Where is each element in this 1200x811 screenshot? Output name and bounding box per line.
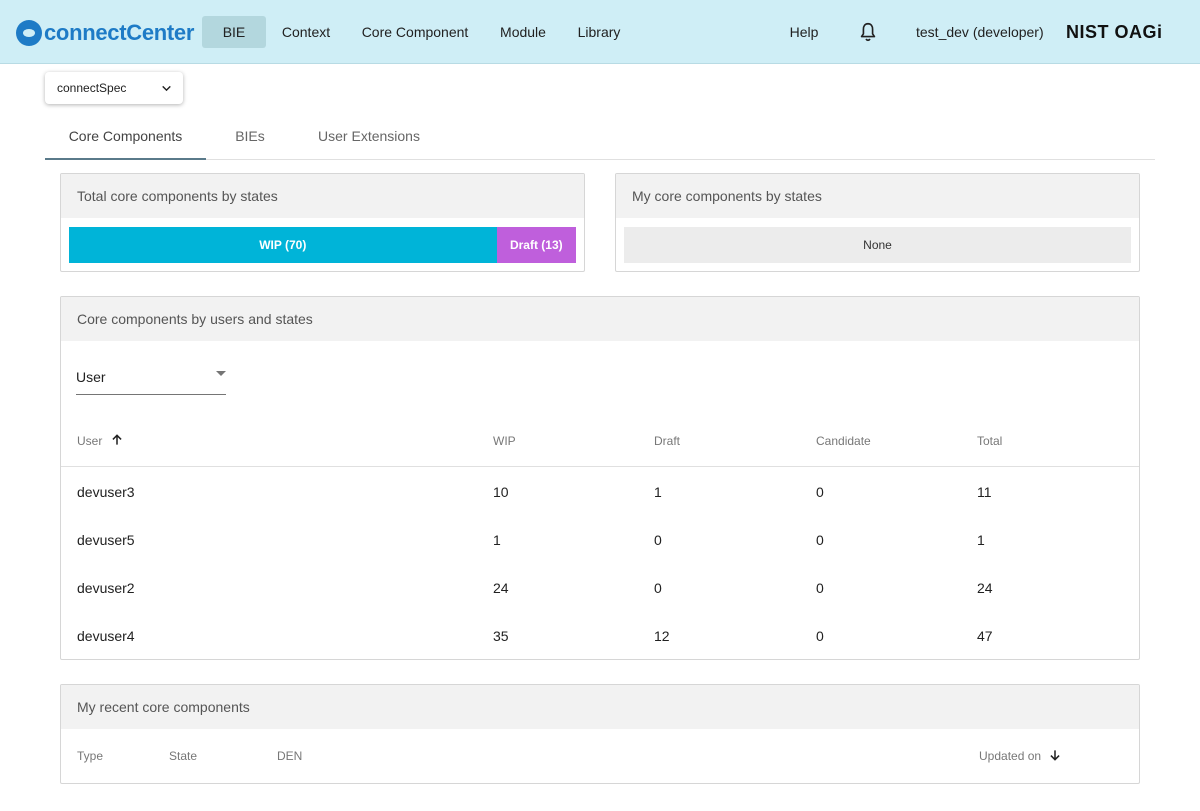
cell-wip: 1 [493,532,501,548]
cell-user: devuser3 [77,484,135,500]
column-header-wip[interactable]: WIP [493,421,516,467]
state-bar: WIP (70) Draft (13) [69,227,576,263]
table-header: Type State DEN Updated on [61,729,1139,783]
none-bar: None [624,227,1131,263]
column-header-label: User [77,434,103,448]
cell-total: 11 [977,484,992,500]
cell-draft: 1 [654,484,662,500]
column-header-den[interactable]: DEN [277,729,302,775]
cell-candidate: 0 [816,484,824,500]
table-row[interactable]: devuser4 35 12 0 47 [61,612,1139,659]
app-logo[interactable]: connectCenter [16,20,194,46]
cell-wip: 24 [493,580,509,596]
table-row[interactable]: devuser3 10 1 0 11 [61,468,1139,516]
cell-total: 47 [977,628,993,644]
column-header-updated-on[interactable]: Updated on [979,729,1062,775]
cell-draft: 12 [654,628,670,644]
help-link[interactable]: Help [780,16,828,48]
logo-mark-icon [16,20,42,46]
table-row[interactable]: devuser5 1 0 0 1 [61,516,1139,564]
cell-candidate: 0 [816,532,824,548]
dashboard-tabs: Core Components BIEs User Extensions [45,116,1155,160]
card-title: Core components by users and states [61,297,1139,341]
nav-core-component[interactable]: Core Component [352,16,478,48]
column-header-user[interactable]: User [77,421,124,467]
cell-candidate: 0 [816,628,824,644]
column-header-total[interactable]: Total [977,421,1002,467]
nav-context[interactable]: Context [274,16,338,48]
column-header-type[interactable]: Type [77,729,103,775]
cell-draft: 0 [654,580,662,596]
cell-user: devuser2 [77,580,135,596]
bell-icon[interactable] [857,21,879,43]
tab-bies[interactable]: BIEs [220,116,280,160]
cell-wip: 35 [493,628,509,644]
user-filter-select[interactable]: User [76,359,226,395]
card-title: My core components by states [616,174,1139,218]
column-header-state[interactable]: State [169,729,197,775]
recent-card: My recent core components Type State DEN… [60,684,1140,784]
cell-user: devuser4 [77,628,135,644]
arrow-down-icon [1050,750,1061,761]
users-states-card: Core components by users and states User… [60,296,1140,660]
card-title: Total core components by states [61,174,584,218]
total-states-card: Total core components by states WIP (70)… [60,173,585,272]
nav-library[interactable]: Library [568,16,630,48]
arrow-up-icon [112,434,122,445]
tab-core-components[interactable]: Core Components [45,116,206,160]
state-segment-wip[interactable]: WIP (70) [69,227,497,263]
card-title: My recent core components [61,685,1139,729]
table-row[interactable]: devuser2 24 0 0 24 [61,564,1139,612]
user-filter-label: User [76,369,106,385]
state-segment-draft[interactable]: Draft (13) [496,227,576,263]
column-header-draft[interactable]: Draft [654,421,680,467]
dropdown-caret-icon [216,371,226,376]
cell-total: 24 [977,580,993,596]
cell-total: 1 [977,532,985,548]
nav-bie[interactable]: BIE [202,16,266,48]
logo-text: connectCenter [44,20,195,45]
cell-user: devuser5 [77,532,135,548]
table-header: User WIP Draft Candidate Total [61,421,1139,467]
release-select-value: connectSpec [57,81,127,95]
top-app-bar: connectCenter BIE Context Core Component… [0,0,1200,64]
user-menu[interactable]: test_dev (developer) [916,16,1044,48]
nist-oagi-logo: NIST OAGi [1066,22,1163,42]
cell-wip: 10 [493,484,509,500]
cell-candidate: 0 [816,580,824,596]
column-header-label: Updated on [979,749,1042,763]
my-states-card: My core components by states None [615,173,1140,272]
tab-user-extensions[interactable]: User Extensions [307,116,431,160]
column-header-candidate[interactable]: Candidate [816,421,871,467]
release-select[interactable]: connectSpec [45,72,183,104]
chevron-down-icon [162,85,171,92]
cell-draft: 0 [654,532,662,548]
nav-module[interactable]: Module [490,16,556,48]
